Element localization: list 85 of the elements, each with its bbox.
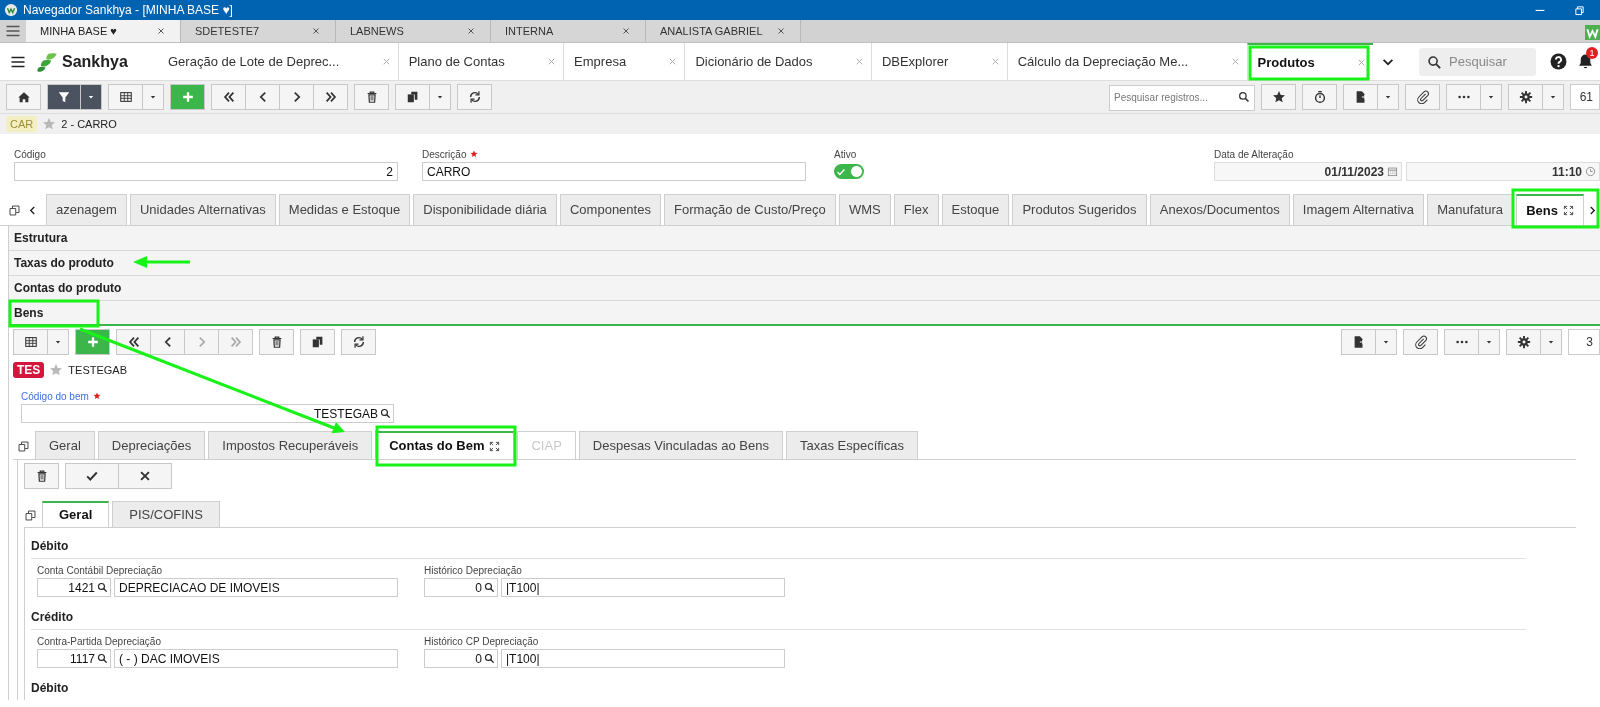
tab[interactable]: Estoque (941, 194, 1010, 225)
tab-label: LABNEWS (350, 23, 405, 39)
brand-name: Sankhya (62, 51, 129, 72)
field-label: Ativo (834, 147, 857, 162)
field-label: Histórico CP Depreciação (424, 635, 540, 649)
field-label: Conta Contábil Depreciação (37, 564, 164, 578)
description-field[interactable]: |T100| (501, 578, 785, 597)
record-count: 61 (1570, 84, 1600, 110)
field-label: Código do bem (21, 389, 89, 404)
browser-tab[interactable]: ANALISTA GABRIEL (646, 20, 801, 42)
tab[interactable]: Medidas e Estoque (278, 194, 411, 225)
tab[interactable]: Despesas Vinculadas ao Bens (578, 431, 783, 459)
field-label: Contra-Partida Depreciação (37, 635, 162, 649)
lookup-field[interactable]: 1117 (37, 649, 111, 668)
tab[interactable]: Unidades Alternativas (129, 194, 276, 225)
tab[interactable]: Disponibilidade diária (413, 194, 557, 225)
input-field[interactable]: CARRO (422, 162, 806, 181)
record-count: 3 (1568, 329, 1600, 355)
app-tab[interactable]: Cálculo da Depreciação Me... (1006, 42, 1247, 81)
tab-label: DBExplorer (881, 52, 950, 71)
tab[interactable]: Contas do Bem (375, 431, 515, 459)
tab[interactable]: Manufatura (1427, 194, 1514, 225)
group-title: Débito (31, 680, 70, 697)
tab-label: Plano de Contas (408, 52, 506, 71)
group-title: Crédito (31, 609, 74, 626)
tab-label: MINHA BASE ♥ (40, 23, 118, 39)
tab[interactable]: Formação de Custo/Preço (664, 194, 836, 225)
tab-label: Dicionário de Dados (695, 52, 814, 71)
tab[interactable]: Impostos Recuperáveis (208, 431, 373, 459)
tab[interactable]: Taxas Específicas (785, 431, 918, 459)
description-field[interactable]: |T100| (501, 649, 785, 668)
app-tab[interactable]: Geração de Lote de Deprec... (158, 42, 398, 81)
lookup-field[interactable]: 0 (424, 649, 498, 668)
lookup-field[interactable]: 1421 (37, 578, 111, 597)
record-badge: TES (13, 362, 45, 378)
browser-tab[interactable]: LABNEWS (336, 20, 491, 42)
description-field[interactable]: ( - ) DAC IMOVEIS (114, 649, 398, 668)
group-title: Débito (31, 538, 70, 555)
lookup-field[interactable]: TESTEGAB (21, 404, 394, 423)
tab-label: Cálculo da Depreciação Me... (1017, 52, 1190, 71)
app-tab[interactable]: Empresa (563, 42, 685, 81)
lookup-field[interactable]: 0 (424, 578, 498, 597)
input-field[interactable]: 2 (14, 162, 398, 181)
section-header[interactable]: Taxas do produto (9, 251, 1600, 276)
tab[interactable]: Geral (35, 431, 95, 459)
tab[interactable]: Produtos Sugeridos (1012, 194, 1147, 225)
section-header[interactable]: Bens (9, 301, 1600, 326)
tab-label: SDETESTE7 (195, 23, 261, 39)
tab-label: Geração de Lote de Deprec... (168, 52, 341, 71)
tab-label: Produtos (1257, 53, 1316, 72)
search-field[interactable]: Pesquisar registros... (1109, 84, 1255, 111)
tab[interactable]: Componentes (559, 194, 661, 225)
app-tab[interactable]: Dicionário de Dados (684, 42, 871, 81)
window-title: Navegador Sankhya - [MINHA BASE ♥] (23, 2, 233, 19)
browser-tab[interactable]: INTERNA (491, 20, 646, 42)
tab-label: INTERNA (505, 23, 555, 39)
section-header[interactable]: Contas do produto (9, 276, 1600, 301)
search-field[interactable]: Pesquisar (1419, 47, 1536, 76)
field-label: Data de Alteração (1214, 147, 1294, 162)
tab[interactable]: PIS/COFINS (112, 501, 220, 527)
browser-tab[interactable]: MINHA BASE ♥ (26, 20, 181, 42)
record-title: TESTEGAB (68, 362, 128, 378)
app-tab[interactable]: Plano de Contas (397, 42, 564, 81)
tab[interactable]: Flex (893, 194, 939, 225)
field-label: Histórico Depreciação (424, 564, 523, 578)
description-field[interactable]: DEPRECIACAO DE IMOVEIS (114, 578, 398, 597)
tab[interactable]: Anexos/Documentos (1149, 194, 1290, 225)
date-field[interactable]: 01/11/2023 (1214, 162, 1402, 181)
record-title: 2 - CARRO (61, 116, 117, 132)
time-field[interactable]: 11:10 (1406, 162, 1600, 181)
tab[interactable]: Geral (42, 501, 110, 527)
tab-label: Empresa (574, 52, 628, 71)
tab[interactable]: Bens (1516, 194, 1585, 225)
tab[interactable]: Depreciações (97, 431, 206, 459)
section-header[interactable]: Estrutura (9, 226, 1600, 251)
tab[interactable]: Imagem Alternativa (1292, 194, 1425, 225)
browser-tab[interactable]: SDETESTE7 (181, 20, 336, 42)
tab-label: ANALISTA GABRIEL (660, 23, 764, 39)
field-label: Código (14, 147, 46, 162)
tab[interactable]: WMS (838, 194, 891, 225)
field-label: Descrição (422, 147, 467, 162)
app-tab[interactable]: DBExplorer (870, 42, 1007, 81)
notification-badge: 1 (1586, 46, 1598, 59)
record-badge: CAR (6, 116, 38, 132)
tab[interactable]: azenagem (46, 194, 127, 225)
